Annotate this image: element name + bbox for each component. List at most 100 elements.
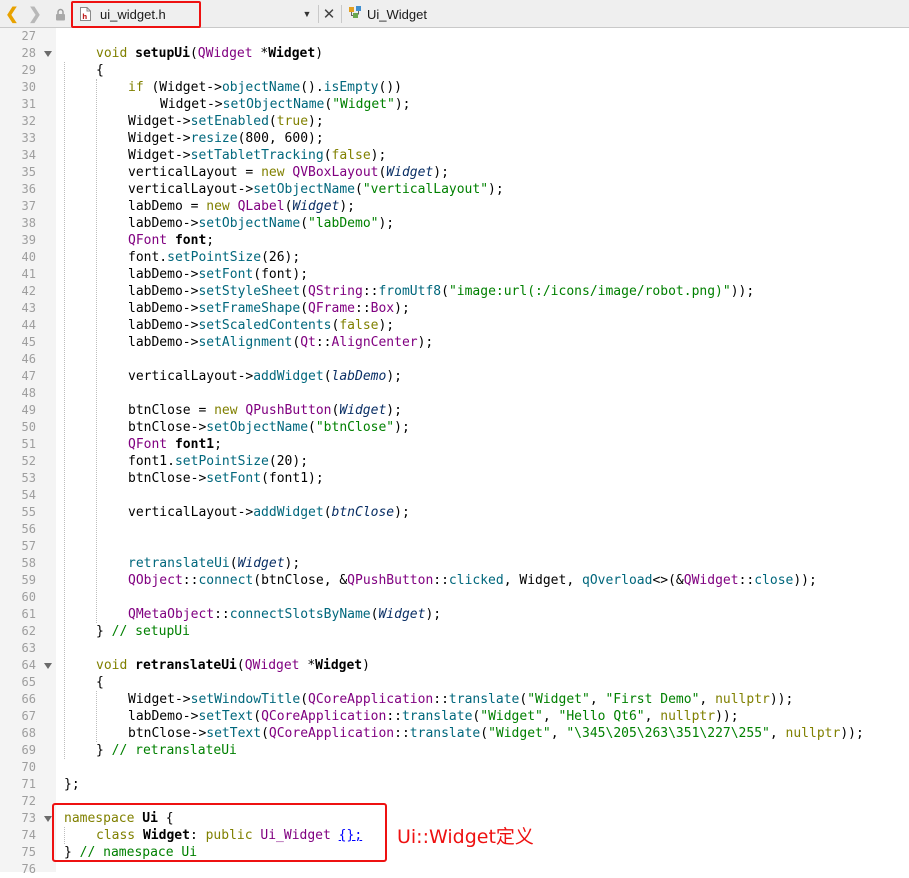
code-token: , (589, 692, 606, 707)
code-line: Widget->resize(800, 600); (128, 130, 324, 147)
code-token: "\345\205\263\351\227\255" (566, 726, 770, 741)
code-token: * (299, 658, 316, 673)
fold-arrow-icon[interactable] (44, 816, 52, 822)
code-token: QWidget (244, 658, 300, 673)
code-token: QCoreApplication (308, 692, 434, 707)
fold-arrow-icon[interactable] (44, 51, 52, 57)
code-token: labDemo-> (128, 216, 199, 231)
code-token: "Widget" (488, 726, 551, 741)
line-number: 65 (21, 675, 36, 689)
code-token: setFont (198, 267, 254, 282)
code-token: setFrameShape (198, 301, 301, 316)
lock-icon[interactable] (52, 0, 68, 28)
line-number: 43 (21, 301, 36, 315)
line-number: 69 (21, 743, 36, 757)
code-token: setPointSize (167, 250, 262, 265)
code-line: labDemo->setFrameShape(QFrame::Box); (128, 300, 410, 317)
code-token: ( (300, 301, 309, 316)
code-token: addWidget (253, 505, 324, 520)
code-token: :: (386, 709, 402, 724)
line-number: 73 (21, 811, 36, 825)
fold-arrow-icon[interactable] (44, 663, 52, 669)
code-editor[interactable]: void setupUi(QWidget *Widget){if (Widget… (62, 28, 909, 872)
code-token: labDemo-> (128, 267, 199, 282)
line-number: 29 (21, 63, 36, 77)
code-token: ); (339, 199, 356, 214)
line-number: 57 (21, 539, 36, 553)
line-number-gutter[interactable]: 27 28 29 30 31 32 33 34 35 36 37 38 39 40 41 42 43 44 45 46… (0, 28, 56, 876)
code-token: QFont (128, 437, 175, 452)
code-token: QVBoxLayout (292, 165, 379, 180)
line-number: 60 (21, 590, 36, 604)
code-token: ); (394, 301, 410, 316)
code-line: btnClose->setText(QCoreApplication::tran… (128, 725, 864, 742)
code-token: true (276, 114, 309, 129)
code-line: Widget->setTabletTracking(false); (128, 147, 386, 164)
code-token: setWindowTitle (190, 692, 301, 707)
code-token: QWidget (683, 573, 739, 588)
code-token: QFont (128, 233, 175, 248)
line-number: 47 (21, 369, 36, 383)
code-token: // retranslateUi (111, 743, 237, 758)
class-selector[interactable]: Ui_Widget (348, 0, 427, 28)
code-token: (). (300, 80, 324, 95)
line-number: 52 (21, 454, 36, 468)
code-line: labDemo->setFont(font); (128, 266, 308, 283)
code-token: QObject (128, 573, 183, 588)
line-number: 32 (21, 114, 36, 128)
code-token: Box (370, 301, 395, 316)
chevron-right-icon[interactable]: ❯ (25, 0, 45, 28)
code-token: ( (229, 556, 238, 571)
code-line: retranslateUi(Widget); (128, 555, 300, 572)
code-line: labDemo = new QLabel(Widget); (128, 198, 355, 215)
code-token: nullptr (785, 726, 841, 741)
code-token: * (252, 46, 269, 61)
class-icon (348, 5, 363, 23)
code-token: ( (189, 46, 198, 61)
line-number: 37 (21, 199, 36, 213)
code-token: new (206, 199, 238, 214)
code-token: setTabletTracking (190, 148, 324, 163)
line-number: 66 (21, 692, 36, 706)
code-token: Widget-> (128, 114, 191, 129)
code-token: ( (300, 216, 309, 231)
code-token: retranslateUi (135, 658, 237, 673)
code-token: :: (433, 692, 449, 707)
code-token: setObjectName (198, 216, 301, 231)
code-token: ); (394, 97, 411, 112)
line-number: 46 (21, 352, 36, 366)
code-token: (btnClose, & (253, 573, 348, 588)
dropdown-arrow-icon[interactable]: ▼ (300, 0, 314, 28)
code-token: ); (386, 403, 402, 418)
code-line: QMetaObject::connectSlotsByName(Widget); (128, 606, 441, 623)
code-token: ; (214, 437, 222, 452)
line-number: 71 (21, 777, 36, 791)
code-token: // setupUi (111, 624, 190, 639)
chevron-left-icon[interactable]: ❮ (2, 0, 22, 28)
code-token: ( (441, 284, 449, 299)
annotation-label: Ui::Widget定义 (397, 826, 534, 848)
code-token: }; (64, 777, 80, 792)
close-icon[interactable]: ✕ (321, 0, 337, 28)
code-token: "btnClose" (315, 420, 395, 435)
code-token: Widget (292, 199, 340, 214)
code-token: nullptr (660, 709, 716, 724)
code-token: , (550, 726, 567, 741)
code-token: )); (715, 709, 739, 724)
code-token: translate (448, 692, 520, 707)
code-token: QPushButton (347, 573, 434, 588)
code-token: font (174, 233, 207, 248)
code-token: setScaledContents (198, 318, 332, 333)
code-token: ); (394, 505, 410, 520)
code-line: labDemo->setObjectName("labDemo"); (128, 215, 394, 232)
code-token: (20); (268, 454, 309, 469)
code-token: ( (323, 148, 332, 163)
tab-highlight-box (71, 1, 201, 28)
code-token: new (261, 165, 293, 180)
line-number: 33 (21, 131, 36, 145)
code-token: ); (394, 420, 410, 435)
line-number: 74 (21, 828, 36, 842)
code-token: (26); (261, 250, 301, 265)
code-token: false (339, 318, 379, 333)
indent-guide (96, 691, 97, 742)
